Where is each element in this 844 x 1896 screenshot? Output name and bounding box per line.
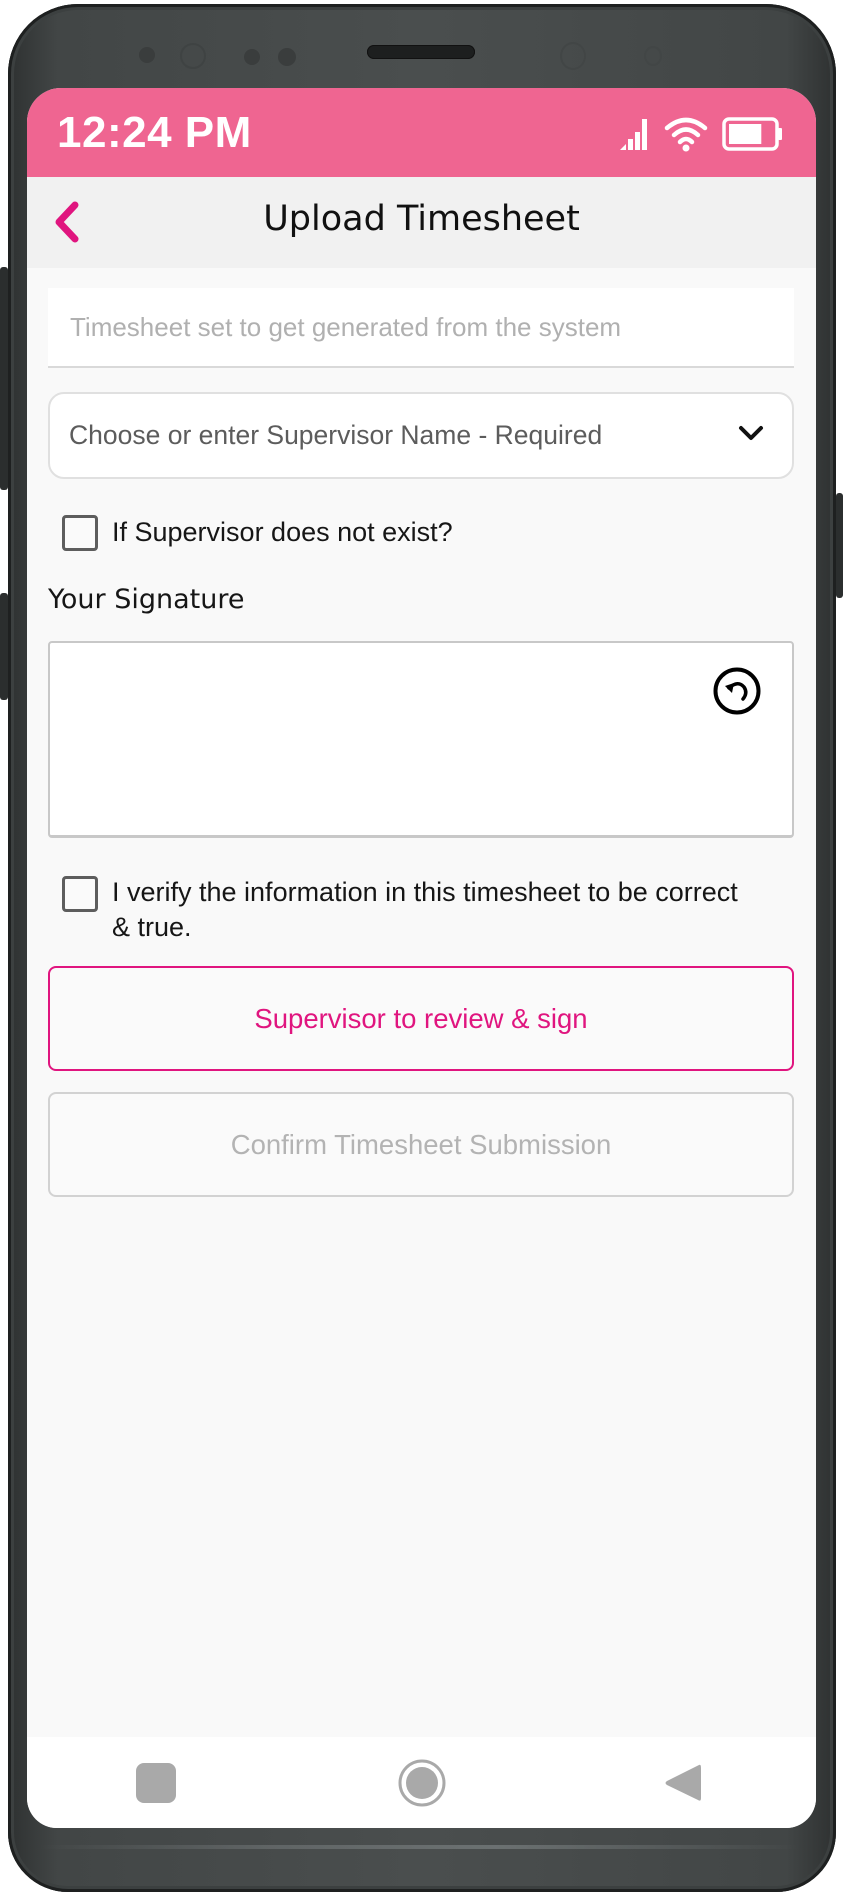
supervisor-dropdown-placeholder: Choose or enter Supervisor Name - Requir… <box>69 420 603 450</box>
status-time: 12:24 PM <box>57 108 252 157</box>
signature-label: Your Signature <box>48 584 245 615</box>
system-nav-bar <box>27 1737 816 1828</box>
undo-icon <box>713 667 761 715</box>
sensor-icon <box>278 48 296 66</box>
power-button <box>836 493 843 598</box>
confirm-submission-button[interactable]: Confirm Timesheet Submission <box>48 1092 794 1197</box>
volume-button <box>0 267 8 490</box>
timesheet-field-placeholder: Timesheet set to get generated from the … <box>70 312 622 342</box>
front-camera-icon <box>180 43 206 69</box>
chevron-down-icon <box>739 426 763 440</box>
bixby-button <box>0 593 8 700</box>
frame-reflection <box>40 1845 800 1849</box>
signature-pad[interactable] <box>48 641 794 838</box>
supervisor-missing-checkbox[interactable] <box>62 515 98 551</box>
verify-label: I verify the information in this timeshe… <box>112 877 738 942</box>
sensor-icon <box>644 46 662 66</box>
signal-icon <box>618 117 650 151</box>
status-bar: 12:24 PM <box>27 88 816 177</box>
battery-icon <box>722 117 784 151</box>
screen: 12:24 PM Upload Timesheet Timesheet set … <box>27 88 816 1828</box>
status-icons <box>618 116 784 152</box>
app-header: Upload Timesheet <box>27 177 816 268</box>
page-title: Upload Timesheet <box>263 199 580 239</box>
verify-checkbox[interactable] <box>62 876 98 912</box>
earpiece-speaker <box>367 45 475 59</box>
iris-scanner-icon <box>560 42 586 70</box>
supervisor-dropdown[interactable]: Choose or enter Supervisor Name - Requir… <box>48 392 794 479</box>
home-icon[interactable] <box>398 1759 446 1807</box>
back-icon[interactable] <box>663 1762 703 1804</box>
supervisor-missing-label: If Supervisor does not exist? <box>112 517 453 547</box>
timesheet-field[interactable]: Timesheet set to get generated from the … <box>48 288 794 368</box>
sensor-icon <box>244 49 260 65</box>
sensor-icon <box>139 47 155 63</box>
supervisor-review-button[interactable]: Supervisor to review & sign <box>48 966 794 1071</box>
clear-signature-button[interactable] <box>712 666 762 716</box>
recent-apps-icon[interactable] <box>136 1763 176 1803</box>
wifi-icon <box>664 116 708 152</box>
